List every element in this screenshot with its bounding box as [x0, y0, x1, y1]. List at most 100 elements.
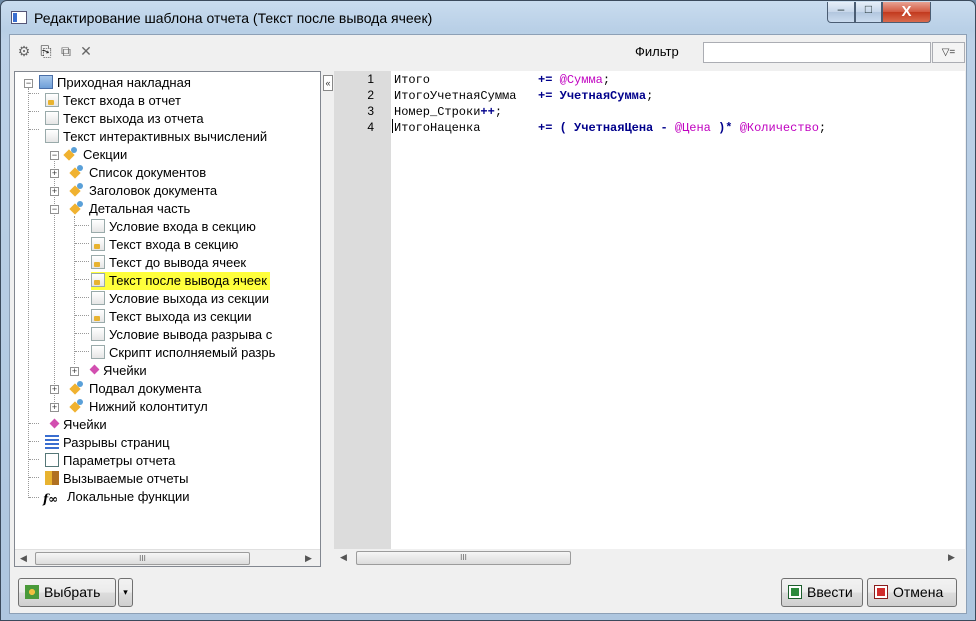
editor-horizontal-scrollbar[interactable]: ◀ III ▶ — [334, 549, 965, 567]
tree-item-sec-entry-text[interactable]: Текст входа в секцию — [91, 236, 238, 254]
tree-item-report-params[interactable]: Параметры отчета — [45, 452, 175, 470]
document-icon — [91, 327, 105, 341]
filter-label: Фильтр — [635, 44, 679, 59]
collapse-panel-button[interactable]: « — [323, 75, 333, 91]
tree-item-cells[interactable]: Ячейки — [45, 416, 107, 434]
section-icon — [71, 399, 85, 413]
section-icon — [71, 165, 85, 179]
tree-item-page-footer[interactable]: Нижний колонтитул — [71, 398, 208, 416]
tree-item-after-cells[interactable]: Текст после вывода ячеек — [91, 272, 270, 290]
tree-item-page-breaks[interactable]: Разрывы страниц — [45, 434, 170, 452]
properties-icon[interactable]: ⚙ — [16, 43, 32, 59]
page-breaks-icon — [45, 435, 59, 449]
tree-item-local-funcs[interactable]: f∞ Локальные функции — [43, 488, 190, 506]
section-icon — [71, 381, 85, 395]
client-area: ⚙ ⎘ ⧉ ✕ Фильтр ▽= − Приходная накладная … — [9, 34, 967, 614]
cells-icon — [45, 417, 59, 431]
scroll-right-arrow[interactable]: ▶ — [305, 553, 312, 564]
root-toggle[interactable]: − — [24, 79, 33, 88]
text-icon — [91, 255, 105, 269]
select-button[interactable]: Выбрать — [18, 578, 116, 607]
function-icon: f∞ — [43, 492, 59, 506]
add-icon[interactable]: ⎘ — [38, 43, 54, 59]
tree-item-exit-text[interactable]: Текст выхода из отчета — [45, 110, 204, 128]
text-icon — [91, 237, 105, 251]
line-number: 2 — [367, 88, 374, 102]
cells-icon — [85, 363, 99, 377]
cancel-icon — [874, 585, 888, 599]
toolbar: ⚙ ⎘ ⧉ ✕ Фильтр ▽= — [10, 35, 966, 67]
tree-item-break-cond[interactable]: Условие вывода разрыва с — [91, 326, 272, 344]
title-bar[interactable]: Редактирование шаблона отчета (Текст пос… — [1, 1, 975, 35]
tree-item-interactive-text[interactable]: Текст интерактивных вычислений — [45, 128, 267, 146]
line-number: 1 — [367, 72, 374, 86]
document-icon — [91, 291, 105, 305]
copy-icon[interactable]: ⧉ — [58, 43, 74, 59]
document-icon — [45, 111, 59, 125]
dialog-window: Редактирование шаблона отчета (Текст пос… — [0, 0, 976, 621]
select-icon — [25, 585, 39, 599]
cancel-button[interactable]: Отмена — [867, 578, 957, 607]
page-footer-toggle[interactable]: + — [50, 403, 59, 412]
tree-item-doc-header[interactable]: Заголовок документа — [71, 182, 217, 200]
tree-item-doc-list[interactable]: Список документов — [71, 164, 206, 182]
ok-button[interactable]: Ввести — [781, 578, 863, 607]
scroll-right-arrow[interactable]: ▶ — [948, 552, 955, 563]
tree-item-break-script[interactable]: Скрипт исполняемый разрь — [91, 344, 275, 362]
code-line[interactable]: ИтогоНаценка += ( УчетнаяЦена - @Цена )*… — [394, 120, 826, 136]
text-caret — [392, 119, 393, 133]
sections-icon — [65, 147, 79, 161]
document-icon — [45, 129, 59, 143]
scroll-thumb[interactable]: III — [356, 551, 571, 565]
line-gutter — [334, 71, 391, 549]
tree-item-sec-exit-cond[interactable]: Условие выхода из секции — [91, 290, 269, 308]
window-title: Редактирование шаблона отчета (Текст пос… — [34, 10, 433, 26]
tree-item-before-cells[interactable]: Текст до вывода ячеек — [91, 254, 246, 272]
scroll-left-arrow[interactable]: ◀ — [340, 552, 347, 563]
close-button[interactable]: X — [882, 2, 931, 23]
tree-root[interactable]: Приходная накладная — [39, 74, 191, 92]
called-reports-icon — [45, 471, 59, 485]
parameters-icon — [45, 453, 59, 467]
filter-input[interactable] — [703, 42, 931, 63]
ok-icon — [788, 585, 802, 599]
document-icon — [91, 345, 105, 359]
maximize-button[interactable]: □ — [855, 2, 882, 23]
line-number: 3 — [367, 104, 374, 118]
cells-sub-toggle[interactable]: + — [70, 367, 79, 376]
doc-list-toggle[interactable]: + — [50, 169, 59, 178]
code-line[interactable]: Номер_Строки++; — [394, 104, 502, 120]
app-icon — [11, 11, 27, 24]
tree-item-sec-exit-text[interactable]: Текст выхода из секции — [91, 308, 252, 326]
tree-item-cells-sub[interactable]: Ячейки — [85, 362, 147, 380]
filter-button[interactable]: ▽= — [932, 42, 965, 63]
report-icon — [39, 75, 53, 89]
tree-item-detail[interactable]: Детальная часть — [71, 200, 190, 218]
doc-header-toggle[interactable]: + — [50, 187, 59, 196]
doc-footer-toggle[interactable]: + — [50, 385, 59, 394]
text-icon — [91, 309, 105, 323]
select-dropdown-button[interactable]: ▾ — [118, 578, 133, 607]
template-tree[interactable]: − Приходная накладная Текст входа в отче… — [14, 71, 321, 567]
tree-item-called-reports[interactable]: Вызываемые отчеты — [45, 470, 188, 488]
section-icon — [71, 201, 85, 215]
detail-toggle[interactable]: − — [50, 205, 59, 214]
tree-item-sec-entry-cond[interactable]: Условие входа в секцию — [91, 218, 256, 236]
document-icon — [91, 219, 105, 233]
delete-icon[interactable]: ✕ — [78, 43, 94, 59]
tree-item-entry-text[interactable]: Текст входа в отчет — [45, 92, 181, 110]
section-icon — [71, 183, 85, 197]
text-icon — [91, 273, 105, 287]
scroll-left-arrow[interactable]: ◀ — [20, 553, 27, 564]
tree-item-sections[interactable]: Секции — [65, 146, 127, 164]
sections-toggle[interactable]: − — [50, 151, 59, 160]
tree-horizontal-scrollbar[interactable]: ◀ III ▶ — [15, 549, 320, 566]
text-icon — [45, 93, 59, 107]
code-line[interactable]: ИтогоУчетнаяСумма += УчетнаяСумма; — [394, 88, 653, 104]
tree-item-doc-footer[interactable]: Подвал документа — [71, 380, 201, 398]
code-line[interactable]: Итого += @Сумма; — [394, 72, 610, 88]
scroll-thumb[interactable]: III — [35, 552, 250, 565]
minimize-button[interactable]: – — [827, 2, 855, 23]
line-number: 4 — [367, 120, 374, 134]
code-editor[interactable]: 1 2 3 4 Итого += @Сумма; ИтогоУчетнаяСум… — [334, 71, 965, 567]
